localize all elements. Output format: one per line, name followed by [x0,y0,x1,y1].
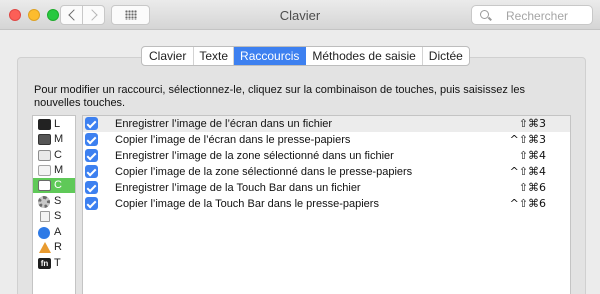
shortcut-keys[interactable]: ^⇧⌘4 [510,165,546,179]
shortcut-row[interactable]: Copier l’image de la zone sélectionné da… [83,164,570,180]
category-item[interactable]: L [33,117,75,132]
tab-clavier[interactable]: Clavier [142,47,195,65]
shortcut-row[interactable]: Enregistrer l’image de la zone sélection… [83,148,570,164]
shortcut-row[interactable]: Enregistrer l’image de la Touch Bar dans… [83,180,570,196]
tab-texte[interactable]: Texte [194,47,235,65]
search-icon [480,10,489,19]
shortcut-label: Copier l’image de la zone sélectionné da… [115,166,413,178]
shortcut-label: Enregistrer l’image de la Touch Bar dans… [115,182,361,194]
services-icon [38,196,50,208]
category-label: C [54,149,62,161]
category-item[interactable]: C [33,148,75,163]
fn-key-icon: fn [38,258,51,269]
accessibility-icon [38,227,50,239]
category-item[interactable]: A [33,225,75,240]
category-item-selected[interactable]: C [33,178,75,193]
spotlight-icon [40,211,50,222]
shortcut-checkbox[interactable] [85,149,98,162]
category-item[interactable]: S [33,194,75,209]
category-label: S [54,210,62,222]
shortcut-keys[interactable]: ^⇧⌘6 [510,197,546,211]
shortcut-label: Copier l’image de l’écran dans le presse… [115,134,351,146]
category-label: L [54,118,61,130]
category-label: T [54,257,61,269]
search-placeholder: Rechercher [506,9,569,23]
category-item[interactable]: M [33,132,75,147]
shortcut-list: Enregistrer l’image de l’écran dans un f… [82,115,571,294]
tab-raccourcis[interactable]: Raccourcis [234,47,307,65]
instructions-text: Pour modifier un raccourci, sélectionnez… [34,84,525,109]
category-label: A [54,226,62,238]
shortcut-keys[interactable]: ⇧⌘6 [519,181,546,195]
shortcut-row[interactable]: Copier l’image de l’écran dans le presse… [83,132,570,148]
mission-control-icon [38,134,51,145]
shortcut-row[interactable]: Copier l’image de la Touch Bar dans le p… [83,196,570,212]
search-field[interactable]: Rechercher [471,5,593,25]
shortcut-checkbox[interactable] [85,181,98,194]
shortcut-checkbox[interactable] [85,117,98,130]
shortcut-checkbox[interactable] [85,197,98,210]
category-label: C [54,179,62,191]
category-item[interactable]: S [33,209,75,224]
category-label: S [54,195,62,207]
shortcut-label: Enregistrer l’image de la zone sélection… [115,150,394,162]
shortcut-label: Enregistrer l’image de l’écran dans un f… [115,118,333,130]
shortcut-keys[interactable]: ⇧⌘4 [519,149,546,163]
tab-bar: Clavier Texte Raccourcis Méthodes de sai… [141,46,470,66]
category-item[interactable]: M [33,163,75,178]
title-bar: Clavier Rechercher [0,0,600,30]
category-list: L M C M C S S A R fn T [32,115,76,294]
category-label: M [54,164,64,176]
app-shortcuts-icon [38,242,51,253]
shortcut-keys[interactable]: ⇧⌘3 [519,117,546,131]
category-item[interactable]: R [33,240,75,255]
screenshot-icon [38,180,51,191]
shortcut-keys[interactable]: ^⇧⌘3 [510,133,546,147]
category-item[interactable]: fn T [33,256,75,271]
shortcut-label: Copier l’image de la Touch Bar dans le p… [115,198,379,210]
shortcut-checkbox[interactable] [85,133,98,146]
launchpad-icon [38,119,51,130]
input-menu-icon [38,165,51,176]
category-label: M [54,133,64,145]
tab-dictee[interactable]: Dictée [423,47,469,65]
tab-methodes-de-saisie[interactable]: Méthodes de saisie [306,47,423,65]
shortcut-checkbox[interactable] [85,165,98,178]
keyboard-icon [38,150,51,161]
shortcut-row[interactable]: Enregistrer l’image de l’écran dans un f… [83,116,570,132]
category-label: R [54,241,62,253]
